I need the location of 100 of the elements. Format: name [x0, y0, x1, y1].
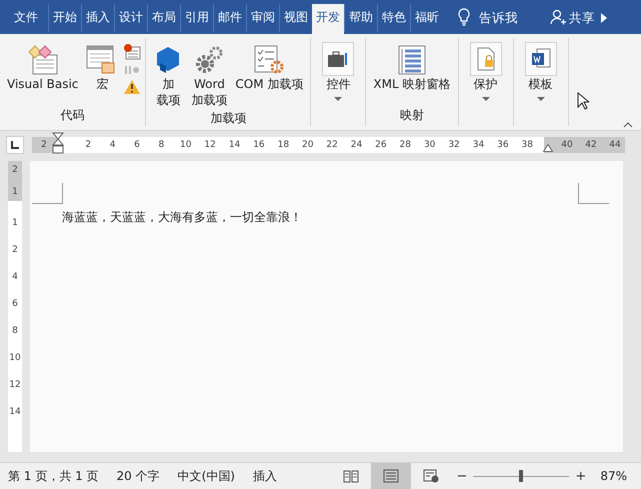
- ruler-number: 40: [560, 139, 574, 152]
- status-text[interactable]: 第 1 页，共 1 页: [8, 468, 99, 484]
- ribbon-tab[interactable]: 设计: [114, 4, 147, 32]
- code-sheet-icon: [26, 45, 59, 75]
- indent-marker-icon[interactable]: [52, 132, 64, 156]
- ruler-number: 10: [9, 353, 21, 363]
- ruler-number: 24: [350, 139, 364, 152]
- dropdown-caret-icon: [536, 97, 544, 101]
- ribbon-button[interactable]: 模板: [518, 42, 564, 126]
- zoom-out-button[interactable]: −: [450, 468, 474, 484]
- status-text[interactable]: 插入: [253, 468, 277, 484]
- xml-tree-icon: [396, 45, 427, 75]
- ruler-number: 32: [447, 139, 461, 152]
- vertical-ruler[interactable]: 2 1 1 2 4 6 8 10 12 14: [8, 161, 22, 452]
- ruler-number: 2: [40, 139, 48, 152]
- share-button[interactable]: 共享: [569, 4, 595, 32]
- ribbon-tab[interactable]: 福昕: [410, 4, 443, 32]
- button-label-line: 加载项: [191, 92, 228, 108]
- ruler-number: 20: [300, 139, 314, 152]
- crop-mark: [578, 183, 609, 204]
- ruler-number: 1: [12, 218, 18, 228]
- ruler-number: 6: [133, 139, 141, 152]
- ruler-number: 10: [179, 139, 192, 152]
- ruler-number: 8: [12, 326, 18, 336]
- ruler-number: 2: [12, 165, 18, 175]
- button-label-line: Word: [194, 76, 225, 92]
- ribbon-button[interactable]: COM 加载项: [232, 42, 306, 110]
- ribbon-group-label: 代码: [60, 107, 86, 124]
- ruler-number: 36: [496, 139, 510, 152]
- ribbon-button[interactable]: 加 载项: [150, 42, 186, 110]
- ruler-number: 28: [398, 139, 412, 152]
- ruler-number: 34: [472, 139, 486, 152]
- zoom-in-button[interactable]: +: [569, 468, 592, 484]
- ruler-number: 44: [608, 139, 622, 152]
- scroll-right-icon[interactable]: [601, 13, 607, 23]
- ruler-number: 30: [422, 139, 436, 152]
- ribbon-tab[interactable]: 引用: [180, 4, 213, 32]
- ruler-number: 18: [276, 139, 290, 152]
- ruler-number: 8: [158, 139, 166, 152]
- lightbulb-icon[interactable]: [457, 8, 471, 26]
- ribbon-tab[interactable]: 邮件: [213, 4, 246, 32]
- zoom-slider-thumb[interactable]: [519, 470, 524, 482]
- ribbon-button[interactable]: 保护: [462, 42, 508, 126]
- dropdown-caret-icon: [334, 97, 342, 101]
- ribbon-tab[interactable]: 文件: [4, 4, 48, 32]
- button-label-line: 加: [162, 76, 174, 92]
- ruler-number: 2: [12, 245, 18, 255]
- ruler-number: 12: [203, 139, 217, 152]
- ruler-number: 22: [325, 139, 339, 152]
- ruler-number: 4: [12, 272, 18, 282]
- ribbon-button[interactable]: 宏: [83, 42, 122, 107]
- ruler-number: 1: [12, 187, 18, 197]
- document-page[interactable]: 海蓝蓝，天蓝蓝，大海有多蓝，一切全靠浪！: [30, 161, 623, 452]
- ribbon-tab[interactable]: 开始: [48, 4, 81, 32]
- mouse-pointer-icon: [576, 92, 588, 110]
- document-text: 海蓝蓝，天蓝蓝，大海有多蓝，一切全靠浪！: [62, 209, 303, 226]
- dropdown-caret-icon: [482, 97, 490, 101]
- collapse-ribbon-icon[interactable]: [623, 122, 633, 128]
- ruler-number: 4: [108, 139, 116, 152]
- ribbon-tab[interactable]: 开发: [312, 4, 344, 34]
- open-book-icon: [342, 469, 359, 483]
- web-layout-icon: [422, 469, 439, 483]
- ruler-number: 6: [12, 299, 18, 309]
- status-text[interactable]: 20 个字: [116, 468, 160, 484]
- right-indent-marker-icon[interactable]: [543, 143, 553, 152]
- ribbon-button[interactable]: Word 加载项: [188, 42, 230, 110]
- ribbon-button[interactable]: XML 映射窗格: [370, 42, 454, 107]
- ribbon-tab[interactable]: 审阅: [246, 4, 279, 32]
- zoom-level[interactable]: 87%: [600, 469, 627, 483]
- crop-mark: [32, 183, 63, 204]
- ruler-number: 2: [84, 139, 92, 152]
- ruler-number: 42: [584, 139, 598, 152]
- ribbon-tab[interactable]: 插入: [81, 4, 114, 32]
- ruler-number: 14: [228, 139, 242, 152]
- status-text[interactable]: 中文(中国): [178, 468, 235, 484]
- checklist-gear-icon: [253, 45, 286, 75]
- ruler-number: 38: [520, 139, 534, 152]
- tell-me-field[interactable]: 告诉我: [479, 4, 518, 32]
- ribbon-button[interactable]: 控件: [315, 42, 362, 126]
- button-label-line: 载项: [156, 92, 180, 108]
- record-macro-icon[interactable]: [123, 44, 142, 60]
- left-tab-icon: [11, 141, 19, 149]
- ribbon-tab[interactable]: 特色: [377, 4, 410, 32]
- pause-icon: [123, 64, 142, 76]
- view-mode-button[interactable]: [370, 463, 411, 489]
- locked-document-icon: [474, 47, 496, 71]
- ribbon-group-label: 加载项: [209, 110, 248, 127]
- ribbon-button[interactable]: Visual Basic: [4, 42, 82, 107]
- ribbon-tab[interactable]: 布局: [147, 4, 180, 32]
- ruler-number: 14: [9, 407, 21, 417]
- ruler-number: 26: [374, 139, 388, 152]
- ribbon-tab[interactable]: 帮助: [344, 4, 377, 32]
- tab-selector[interactable]: [6, 136, 24, 154]
- gears-icon: [194, 45, 224, 75]
- warning-icon[interactable]: [124, 80, 140, 94]
- page-layout-icon: [382, 469, 399, 483]
- share-person-icon[interactable]: [550, 9, 566, 25]
- ruler-number: 16: [252, 139, 266, 152]
- ruler-number: 12: [9, 380, 21, 390]
- ribbon-group-label: 映射: [398, 107, 425, 124]
